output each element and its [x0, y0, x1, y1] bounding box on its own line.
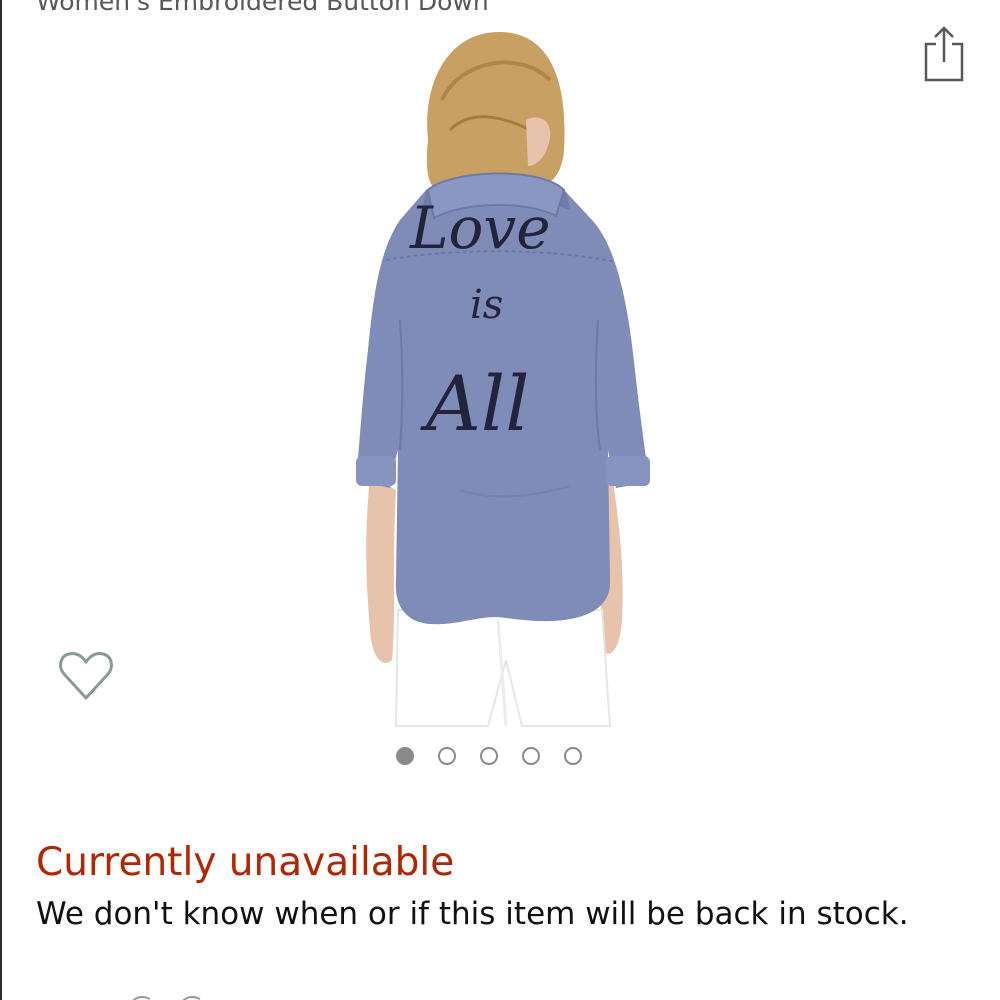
left-arm	[366, 475, 396, 663]
product-image[interactable]: Love is All	[330, 20, 670, 730]
availability-message: We don't know when or if this item will …	[36, 896, 909, 932]
carousel-dot-3[interactable]	[480, 747, 498, 765]
share-button[interactable]	[918, 22, 970, 86]
image-carousel-indicator	[396, 747, 582, 771]
heart-outline-icon	[59, 652, 113, 700]
embroidery-line-2: is	[470, 282, 503, 328]
carousel-dot-5[interactable]	[564, 747, 582, 765]
carousel-dot-4[interactable]	[522, 747, 540, 765]
product-photo-illustration: Love is All	[356, 31, 650, 727]
window-left-border	[0, 0, 2, 1000]
share-icon	[924, 26, 964, 82]
availability-status: Currently unavailable	[36, 840, 455, 885]
embroidery-line-3: All	[420, 359, 530, 448]
carousel-dot-1[interactable]	[396, 747, 414, 765]
embroidery-line-1: Love	[409, 194, 551, 262]
favorite-button[interactable]	[56, 648, 116, 704]
product-title: Women's Embroidered Button Down	[36, 0, 489, 16]
hair-shape	[426, 31, 565, 189]
carousel-dot-2[interactable]	[438, 747, 456, 765]
partially-visible-content	[120, 990, 240, 1000]
